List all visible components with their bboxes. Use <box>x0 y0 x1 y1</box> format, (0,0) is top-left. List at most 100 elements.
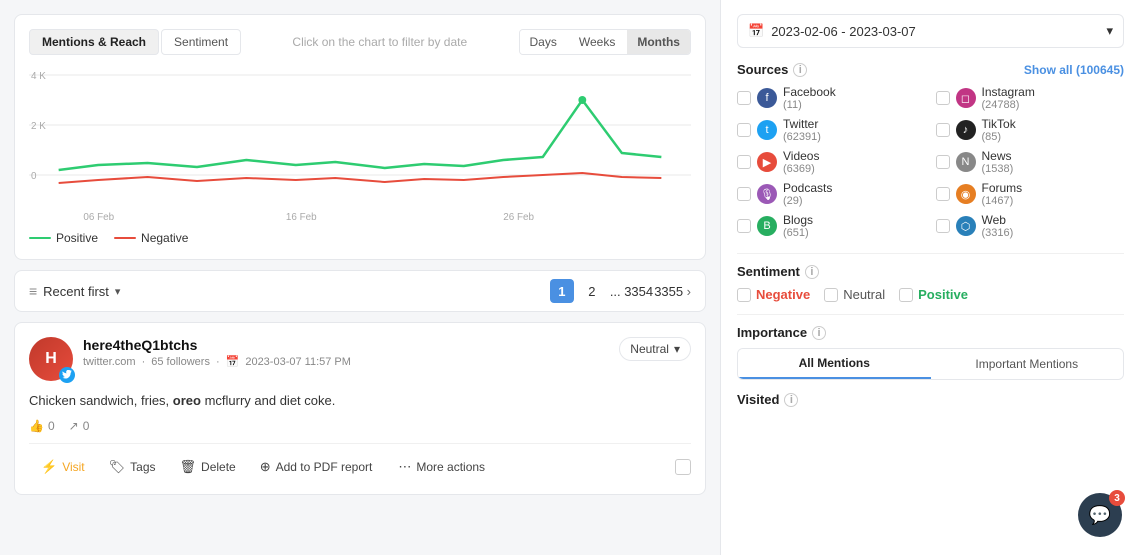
source-blogs-checkbox[interactable] <box>737 219 751 233</box>
source-instagram[interactable]: ◻ Instagram(24788) <box>936 85 1125 111</box>
legend-negative-line <box>114 237 136 239</box>
sort-dropdown[interactable]: ≡ Recent first ▾ <box>29 283 120 299</box>
source-web-checkbox[interactable] <box>936 219 950 233</box>
importance-tabs: All Mentions Important Mentions <box>737 348 1124 380</box>
importance-label: Importance <box>737 325 807 340</box>
more-actions-button[interactable]: ⋯ More actions <box>386 454 497 480</box>
source-forums[interactable]: ◉ Forums(1467) <box>936 181 1125 207</box>
date-range-picker[interactable]: 📅 2023-02-06 - 2023-03-07 ▾ <box>737 14 1124 48</box>
source-web-info: Web(3316) <box>982 213 1014 239</box>
post-date: 2023-03-07 11:57 PM <box>245 356 351 368</box>
source-facebook[interactable]: f Facebook(11) <box>737 85 926 111</box>
post-actions: ⚡ Visit 🏷 Tags 🗑 Delete ⊕ Add to PDF rep… <box>29 443 691 480</box>
forums-icon: ◉ <box>956 184 976 204</box>
show-all-text: Show all <box>1024 63 1073 77</box>
post-shares: ↗ 0 <box>69 419 90 433</box>
sentiment-info-icon: i <box>805 265 819 279</box>
page-ellipsis: ... <box>610 284 621 299</box>
sentiment-label: Sentiment <box>737 264 800 279</box>
legend-negative-label: Negative <box>141 231 188 245</box>
source-tiktok-info: TikTok(85) <box>982 117 1016 143</box>
all-mentions-tab[interactable]: All Mentions <box>738 349 931 379</box>
chat-bubble-button[interactable]: 💬 3 <box>1078 493 1122 537</box>
sources-label: Sources <box>737 62 788 77</box>
sources-section-label: Sources i Show all (100645) <box>737 62 1124 77</box>
like-icon: 👍 <box>29 419 44 433</box>
chart-container[interactable]: 4 K 2 K 0 06 Feb 16 Feb 26 Feb <box>29 65 691 225</box>
important-mentions-tab[interactable]: Important Mentions <box>931 349 1124 379</box>
source-forums-checkbox[interactable] <box>936 187 950 201</box>
post-separator-2: · <box>216 356 220 368</box>
visited-section-label: Visited i <box>737 392 1124 407</box>
post-header: H here4theQ1btchs twitter.com · 65 follo… <box>29 337 691 381</box>
show-all-link[interactable]: Show all (100645) <box>1024 63 1124 77</box>
sentiment-options: Negative Neutral Positive <box>737 287 1124 302</box>
delete-button[interactable]: 🗑 Delete <box>168 454 248 480</box>
tab-months[interactable]: Months <box>627 30 690 54</box>
source-twitter[interactable]: t Twitter(62391) <box>737 117 926 143</box>
add-to-pdf-label: Add to PDF report <box>276 460 373 474</box>
sentiment-positive-option[interactable]: Positive <box>899 287 968 302</box>
sort-bar: ≡ Recent first ▾ 1 2 ... 3354 3355 › <box>14 270 706 312</box>
source-news[interactable]: N News(1538) <box>936 149 1125 175</box>
source-videos[interactable]: ▶ Videos(6369) <box>737 149 926 175</box>
visit-button[interactable]: ⚡ Visit <box>29 454 97 480</box>
tags-button[interactable]: 🏷 Tags <box>97 454 168 480</box>
source-facebook-checkbox[interactable] <box>737 91 751 105</box>
sentiment-badge[interactable]: Neutral ▾ <box>619 337 691 361</box>
tab-mentions-reach[interactable]: Mentions & Reach <box>29 29 159 55</box>
page-3354-button[interactable]: 3354 <box>627 279 651 303</box>
source-web[interactable]: ⬡ Web(3316) <box>936 213 1125 239</box>
source-podcasts-info: Podcasts(29) <box>783 181 832 207</box>
sentiment-neutral-label: Neutral <box>843 287 885 302</box>
source-blogs[interactable]: B Blogs(651) <box>737 213 926 239</box>
source-podcasts[interactable]: 🎙 Podcasts(29) <box>737 181 926 207</box>
sentiment-negative-option[interactable]: Negative <box>737 287 810 302</box>
pagination: 1 2 ... 3354 3355 › <box>550 279 691 303</box>
legend-positive-label: Positive <box>56 231 98 245</box>
sources-grid: f Facebook(11) ◻ Instagram(24788) t Twit… <box>737 85 1124 239</box>
source-news-checkbox[interactable] <box>936 155 950 169</box>
date-range-value: 2023-02-06 - 2023-03-07 <box>771 24 916 39</box>
tab-sentiment[interactable]: Sentiment <box>161 29 241 55</box>
more-actions-icon: ⋯ <box>398 459 411 475</box>
source-videos-checkbox[interactable] <box>737 155 751 169</box>
chart-svg: 4 K 2 K 0 06 Feb 16 Feb 26 Feb <box>29 65 691 225</box>
chart-legend: Positive Negative <box>29 231 691 245</box>
page-3355-button[interactable]: 3355 <box>657 279 681 303</box>
tags-label: Tags <box>130 460 155 474</box>
next-page-chevron-icon[interactable]: › <box>687 284 691 299</box>
page-2-button[interactable]: 2 <box>580 279 604 303</box>
instagram-icon: ◻ <box>956 88 976 108</box>
source-tiktok[interactable]: ♪ TikTok(85) <box>936 117 1125 143</box>
source-podcasts-checkbox[interactable] <box>737 187 751 201</box>
visit-icon: ⚡ <box>41 459 57 475</box>
twitter-icon: t <box>757 120 777 140</box>
sentiment-negative-checkbox[interactable] <box>737 288 751 302</box>
source-forums-info: Forums(1467) <box>982 181 1023 207</box>
source-instagram-checkbox[interactable] <box>936 91 950 105</box>
source-facebook-info: Facebook(11) <box>783 85 836 111</box>
sentiment-negative-label: Negative <box>756 287 810 302</box>
time-tabs: Days Weeks Months <box>519 29 691 55</box>
source-news-info: News(1538) <box>982 149 1014 175</box>
post-meta: here4theQ1btchs twitter.com · 65 followe… <box>83 337 609 368</box>
sentiment-positive-checkbox[interactable] <box>899 288 913 302</box>
source-tiktok-checkbox[interactable] <box>936 123 950 137</box>
page-1-button[interactable]: 1 <box>550 279 574 303</box>
tab-weeks[interactable]: Weeks <box>569 30 625 54</box>
post-select-checkbox[interactable] <box>675 459 691 475</box>
tags-icon: 🏷 <box>109 459 126 475</box>
tab-days[interactable]: Days <box>520 30 567 54</box>
visited-label: Visited <box>737 392 779 407</box>
sentiment-neutral-checkbox[interactable] <box>824 288 838 302</box>
sort-list-icon: ≡ <box>29 283 37 299</box>
source-twitter-checkbox[interactable] <box>737 123 751 137</box>
svg-text:06 Feb: 06 Feb <box>83 212 114 223</box>
sentiment-neutral-option[interactable]: Neutral <box>824 287 885 302</box>
avatar: H <box>29 337 73 381</box>
divider-2 <box>737 314 1124 315</box>
chat-badge: 3 <box>1109 490 1125 506</box>
legend-positive: Positive <box>29 231 98 245</box>
add-to-pdf-button[interactable]: ⊕ Add to PDF report <box>248 454 385 480</box>
